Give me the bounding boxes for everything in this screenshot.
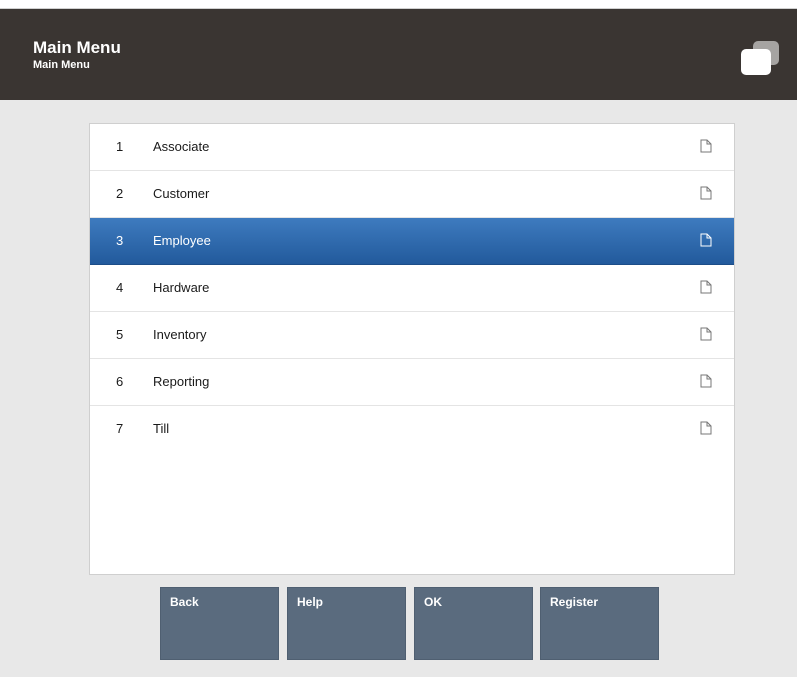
window-copy-icon[interactable] [739, 39, 783, 77]
help-button[interactable]: Help [287, 587, 406, 660]
menu-item-associate[interactable]: 1 Associate [90, 124, 734, 171]
menu-item-employee[interactable]: 3 Employee [90, 218, 734, 265]
page-subtitle: Main Menu [33, 59, 90, 71]
menu-item-label: Till [153, 421, 170, 436]
ok-button[interactable]: OK [414, 587, 533, 660]
document-icon [700, 280, 712, 294]
menu-item-till[interactable]: 7 Till [90, 406, 734, 452]
menu-item-number: 3 [116, 233, 124, 248]
back-button[interactable]: Back [160, 587, 279, 660]
document-icon [700, 233, 712, 247]
menu-item-label: Reporting [153, 374, 210, 389]
app-window: Main Menu Main Menu 1 Associate 2 Custom… [0, 8, 797, 677]
document-icon [700, 139, 712, 153]
document-icon [700, 421, 712, 435]
menu-item-label: Customer [153, 186, 210, 201]
menu-item-number: 5 [116, 327, 124, 342]
menu-item-label: Associate [153, 139, 210, 154]
menu-item-inventory[interactable]: 5 Inventory [90, 312, 734, 359]
header-bar: Main Menu Main Menu [0, 9, 797, 100]
menu-item-customer[interactable]: 2 Customer [90, 171, 734, 218]
menu-item-reporting[interactable]: 6 Reporting [90, 359, 734, 406]
document-icon [700, 374, 712, 388]
menu-item-label: Employee [153, 233, 211, 248]
menu-item-hardware[interactable]: 4 Hardware [90, 265, 734, 312]
menu-item-label: Inventory [153, 327, 207, 342]
menu-list: 1 Associate 2 Customer 3 Employee 4 Hard… [90, 124, 734, 452]
register-button[interactable]: Register [540, 587, 659, 660]
menu-panel: 1 Associate 2 Customer 3 Employee 4 Hard… [89, 123, 735, 575]
menu-item-number: 2 [116, 186, 124, 201]
menu-item-number: 1 [116, 139, 124, 154]
document-icon [700, 327, 712, 341]
document-icon [700, 186, 712, 200]
menu-item-number: 7 [116, 421, 124, 436]
page-title: Main Menu [33, 38, 121, 57]
menu-item-number: 6 [116, 374, 124, 389]
menu-item-number: 4 [116, 280, 124, 295]
menu-item-label: Hardware [153, 280, 210, 295]
button-bar: Back Help OK Register [160, 587, 660, 660]
